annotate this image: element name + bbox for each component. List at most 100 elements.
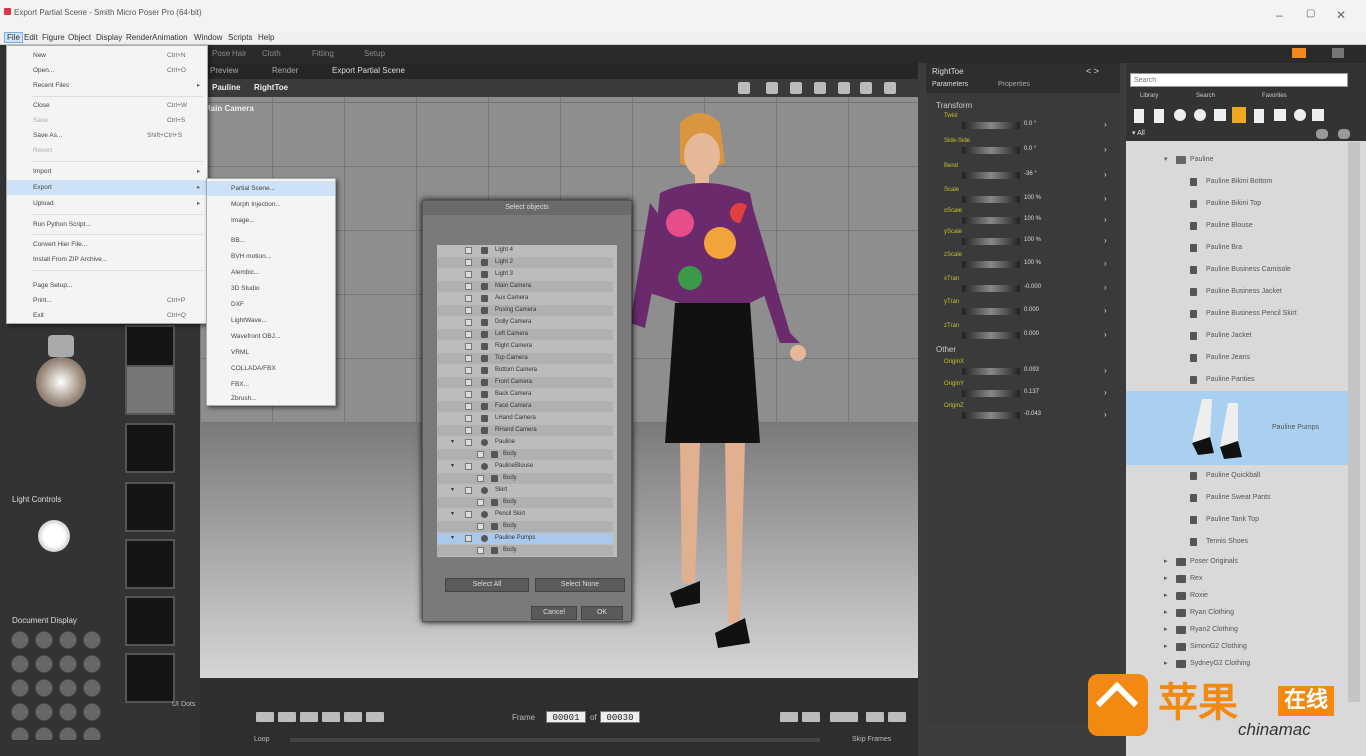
poses-category-icon[interactable] <box>1154 109 1164 123</box>
library-item-selected[interactable]: Pauline Pumps <box>1126 391 1348 465</box>
menu-item-vrml[interactable]: VRML <box>207 345 335 360</box>
target-icon[interactable] <box>790 82 802 94</box>
object-checkbox[interactable] <box>465 247 472 254</box>
dial-yscale[interactable]: yScale 100 % › <box>940 229 1120 251</box>
edit-keyframes-button[interactable] <box>830 712 858 722</box>
materials-category-icon[interactable] <box>1294 109 1306 121</box>
help-icon[interactable] <box>1292 48 1306 58</box>
object-list[interactable]: Light 4 Light 2 Light 3 Main Camera Aux … <box>437 245 617 557</box>
object-checkbox[interactable] <box>477 451 484 458</box>
tab-library[interactable]: Library <box>1140 93 1158 99</box>
library-item[interactable]: Pauline Business Pencil Skirt <box>1126 303 1348 325</box>
library-search-input[interactable] <box>1130 73 1348 87</box>
tab-cloth[interactable]: Cloth <box>262 49 281 58</box>
expand-arrow-icon[interactable]: ▾ <box>451 485 454 496</box>
dial-originz[interactable]: OriginZ -0.043 › <box>940 403 1120 425</box>
cloud-icon[interactable] <box>1316 129 1328 139</box>
object-checkbox[interactable] <box>465 319 472 326</box>
menu-item-convert-hier-file[interactable]: Convert Hier File... <box>7 237 207 252</box>
menu-object[interactable]: Object <box>66 33 93 42</box>
library-item[interactable]: Pauline Quickball <box>1126 465 1348 487</box>
tab-parameters[interactable]: Parameters <box>932 81 968 88</box>
tab-pose[interactable]: Pose <box>212 49 230 58</box>
tab-favorites[interactable]: Favorites <box>1262 93 1287 99</box>
object-checkbox[interactable] <box>465 331 472 338</box>
dial-zscale[interactable]: zScale 100 % › <box>940 252 1120 274</box>
library-item[interactable]: Pauline Jacket <box>1126 325 1348 347</box>
object-checkbox[interactable] <box>465 487 472 494</box>
object-checkbox[interactable] <box>465 415 472 422</box>
display-style-grid[interactable] <box>10 630 106 740</box>
lights-category-icon[interactable] <box>1254 109 1264 123</box>
cameras-category-icon[interactable] <box>1274 109 1286 121</box>
go-to-start-button[interactable] <box>256 712 274 722</box>
menu-help[interactable]: Help <box>256 33 276 42</box>
tab-fitting[interactable]: Fitting <box>312 49 334 58</box>
next-keyframe-button[interactable] <box>802 712 820 722</box>
object-checkbox[interactable] <box>465 271 472 278</box>
close-button[interactable]: ✕ <box>1336 8 1346 22</box>
library-item[interactable]: Pauline Tank Top <box>1126 509 1348 531</box>
tab-properties[interactable]: Properties <box>998 81 1030 88</box>
layout-icon[interactable] <box>884 82 896 94</box>
select-all-button[interactable]: Select All <box>445 578 529 592</box>
menu-item-import[interactable]: Import ▸ <box>7 164 207 179</box>
go-to-end-button[interactable] <box>366 712 384 722</box>
dial-originy[interactable]: OriginY 0.137 › <box>940 381 1120 403</box>
object-checkbox[interactable] <box>465 463 472 470</box>
skip-frames-toggle[interactable]: Skip Frames <box>852 736 891 743</box>
object-checkbox[interactable] <box>465 283 472 290</box>
scope-icon[interactable] <box>814 82 826 94</box>
props-category-icon[interactable] <box>1232 107 1246 123</box>
dial-ytran[interactable]: yTran 0.000 › <box>940 299 1120 321</box>
menu-item-alembic[interactable]: Alembic... <box>207 265 335 280</box>
object-checkbox[interactable] <box>477 547 484 554</box>
menu-item-morph-injection[interactable]: Morph Injection... <box>207 197 335 212</box>
camera-head-icon[interactable] <box>48 335 74 357</box>
object-checkbox[interactable] <box>465 511 472 518</box>
chat-icon[interactable] <box>766 82 778 94</box>
menu-item-3d-studio[interactable]: 3D Studio <box>207 281 335 296</box>
hair-category-icon[interactable] <box>1194 109 1206 121</box>
menu-item-save[interactable]: Save Ctrl+S <box>7 113 207 128</box>
expression-category-icon[interactable] <box>1174 109 1186 121</box>
select-none-button[interactable]: Select None <box>535 578 625 592</box>
dial-scale[interactable]: Scale 100 % › <box>940 187 1120 209</box>
part-selector[interactable]: RightToe <box>254 83 288 92</box>
menu-display[interactable]: Display <box>94 33 124 42</box>
menu-item-lightwave[interactable]: LightWave... <box>207 313 335 328</box>
object-checkbox[interactable] <box>465 403 472 410</box>
dial-twist[interactable]: Twist 0.0 ° › <box>940 113 1120 135</box>
menu-item-recent-files[interactable]: Recent Files ▸ <box>7 78 207 93</box>
dial-bend[interactable]: Bend -36 ° › <box>940 163 1120 185</box>
preview-thumb[interactable] <box>125 423 175 473</box>
object-checkbox[interactable] <box>465 391 472 398</box>
camera-icon[interactable] <box>738 82 750 94</box>
object-checkbox[interactable] <box>477 523 484 530</box>
next-key-button[interactable] <box>344 712 362 722</box>
expand-arrow-icon[interactable]: ▾ <box>451 533 454 544</box>
object-checkbox[interactable] <box>465 427 472 434</box>
figures-category-icon[interactable] <box>1134 109 1144 123</box>
minimize-button[interactable]: – <box>1276 8 1283 22</box>
menu-item-print[interactable]: Print... Ctrl+P <box>7 293 207 308</box>
library-item[interactable]: Pauline Business Jacket <box>1126 281 1348 303</box>
tab-render[interactable]: Render <box>272 66 298 75</box>
menu-item-bvh-motion[interactable]: BVH motion... <box>207 249 335 264</box>
object-checkbox[interactable] <box>465 367 472 374</box>
stop-button[interactable] <box>300 712 318 722</box>
light-sphere-icon[interactable] <box>38 520 70 552</box>
object-checkbox[interactable] <box>465 379 472 386</box>
add-keyframe-button[interactable] <box>866 712 884 722</box>
menu-file[interactable]: File <box>4 32 23 43</box>
library-item[interactable]: Pauline Blouse <box>1126 215 1348 237</box>
menu-item-new[interactable]: New Ctrl+N <box>7 48 207 63</box>
hands-category-icon[interactable] <box>1214 109 1226 121</box>
previous-key-button[interactable] <box>278 712 296 722</box>
object-checkbox[interactable] <box>465 259 472 266</box>
grid-icon[interactable] <box>860 82 872 94</box>
delete-keyframe-button[interactable] <box>888 712 906 722</box>
library-root-label[interactable]: ▾ All <box>1132 129 1145 137</box>
object-checkbox[interactable] <box>465 439 472 446</box>
camera-controls[interactable] <box>12 335 122 415</box>
